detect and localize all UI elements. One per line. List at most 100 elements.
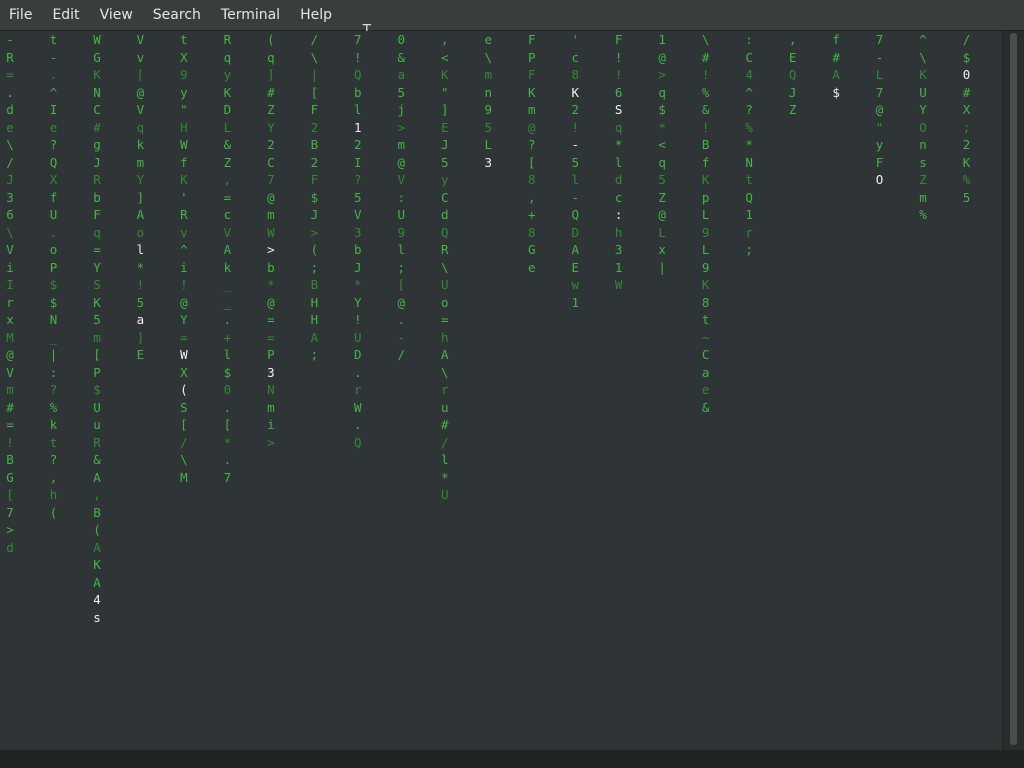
rain-char: w: [571, 277, 579, 292]
rain-char: R: [93, 172, 101, 187]
rain-char: A: [93, 574, 101, 590]
rain-char: p: [701, 189, 710, 205]
rain-char: 2: [310, 154, 319, 170]
rain-char: .: [6, 84, 14, 100]
rain-char: b: [93, 189, 101, 205]
rain-char: 1: [745, 207, 753, 222]
rain-char: P: [93, 364, 101, 380]
rain-char: Z: [658, 189, 666, 205]
rain-char: #: [267, 84, 275, 100]
rain-char: k: [49, 417, 58, 432]
rain-char: ;: [397, 259, 406, 275]
menu-bar: File Edit View Search Terminal Help: [0, 0, 1024, 31]
rain-char: W: [614, 277, 623, 292]
scrollbar-thumb[interactable]: [1010, 33, 1017, 745]
rain-char: J: [788, 84, 797, 100]
rain-char: a: [136, 312, 145, 327]
rain-char: c: [223, 207, 232, 222]
rain-char: 5: [397, 84, 406, 100]
rain-char: !: [354, 49, 362, 65]
rain-char: R: [223, 32, 232, 47]
menu-file[interactable]: File: [0, 0, 42, 30]
rain-char: H: [310, 312, 319, 327]
rain-char: @: [397, 154, 406, 170]
rain-char: 5: [136, 294, 145, 310]
rain-char: U: [441, 277, 449, 292]
rain-char: X: [962, 102, 971, 117]
rain-column: 7 - L 7 @ " y F O: [874, 31, 886, 189]
rain-column: / \ |[F 2 B 2 F $ J >(; B H H A;: [308, 31, 320, 364]
rain-char: 9: [484, 102, 493, 117]
rain-char: Q: [354, 434, 362, 450]
rain-char: 8: [571, 67, 579, 82]
menu-edit[interactable]: Edit: [42, 0, 89, 30]
menu-search[interactable]: Search: [143, 0, 211, 30]
rain-char: F: [310, 172, 319, 187]
rain-char: S: [93, 277, 101, 292]
rain-char: M: [6, 329, 14, 345]
rain-char: 1: [571, 294, 579, 310]
rain-char: 5: [658, 172, 666, 187]
rain-char: K: [93, 557, 101, 572]
rain-char: l: [571, 172, 579, 187]
rain-char: Q: [788, 67, 797, 82]
rain-char: (: [180, 382, 188, 397]
rain-char: _: [223, 277, 232, 292]
rain-column: f # A $: [830, 31, 842, 101]
rain-char: k: [136, 137, 145, 152]
rain-char: R: [441, 242, 449, 257]
rain-char: \: [310, 49, 319, 65]
menu-terminal[interactable]: Terminal: [211, 0, 290, 30]
rain-char: d: [6, 102, 14, 117]
rain-char: m: [267, 207, 275, 222]
scrollbar[interactable]: [1002, 31, 1024, 750]
rain-char: Q: [354, 67, 362, 82]
rain-char: \: [180, 452, 188, 467]
rain-char: 9: [701, 224, 710, 240]
rain-column: \ #!% &! Bf Kp L 9 L 9 K 8 t ~ Ca e &: [700, 31, 712, 416]
rain-char: O: [875, 172, 884, 187]
rain-char: v: [180, 224, 188, 240]
rain-char: W: [93, 32, 101, 47]
rain-char: #: [701, 49, 710, 65]
rain-column: ' c 8 K 2! - 5 l - Q D A Ew 1: [569, 31, 581, 311]
rain-char: C: [267, 154, 275, 170]
rain-char: K: [701, 172, 710, 187]
rain-char: :: [745, 32, 753, 47]
rain-char: ^: [919, 32, 927, 47]
rain-char: ": [180, 102, 188, 117]
rain-char: 3: [6, 189, 14, 205]
rain-char: V: [354, 207, 362, 222]
rain-char: y: [223, 67, 232, 82]
rain-char: [: [6, 487, 14, 502]
menu-view[interactable]: View: [90, 0, 143, 30]
terminal-output[interactable]: - R =. d e \ / J 3 6 \ Vi Ir x M @ Vm # =! B G[7 > d t -. ^ Ie? Q Xf…: [0, 31, 1003, 750]
rain-char: r: [354, 382, 362, 397]
rain-char: ,: [223, 172, 232, 187]
rain-char: b: [267, 259, 275, 275]
rain-char: 5: [441, 154, 449, 170]
rain-char: K: [962, 154, 971, 170]
rain-char: Q: [49, 154, 58, 170]
menu-help[interactable]: Help: [290, 0, 342, 30]
rain-column: - R =. d e \ / J 3 6 \ Vi Ir x M @ Vm # =! B G[7 > d: [4, 31, 16, 556]
rain-char: ": [441, 84, 449, 100]
rain-char: !: [180, 277, 188, 292]
rain-char: ,: [441, 32, 449, 47]
rain-char: &: [93, 452, 101, 467]
rain-char: ;: [310, 259, 319, 275]
rain-char: ]: [267, 67, 275, 82]
rain-char: a: [397, 67, 406, 82]
rain-char: H: [310, 294, 319, 310]
rain-char: V: [6, 364, 14, 380]
rain-char: v: [136, 49, 145, 65]
rain-char: *: [658, 119, 666, 135]
rain-char: @: [397, 294, 406, 310]
rain-char: B: [701, 137, 710, 152]
rain-column: W G K N C # g J Rb Fq = Y S K 5 m[P $ Uu R & A, B(A K A 4 s: [91, 31, 103, 626]
rain-char: J: [6, 172, 14, 187]
rain-column: 1 @ > q $ * < q 5 Z @ Lx |: [656, 31, 668, 276]
rain-char: l: [614, 154, 623, 170]
rain-char: q: [267, 49, 275, 65]
rain-char: I: [6, 277, 14, 292]
